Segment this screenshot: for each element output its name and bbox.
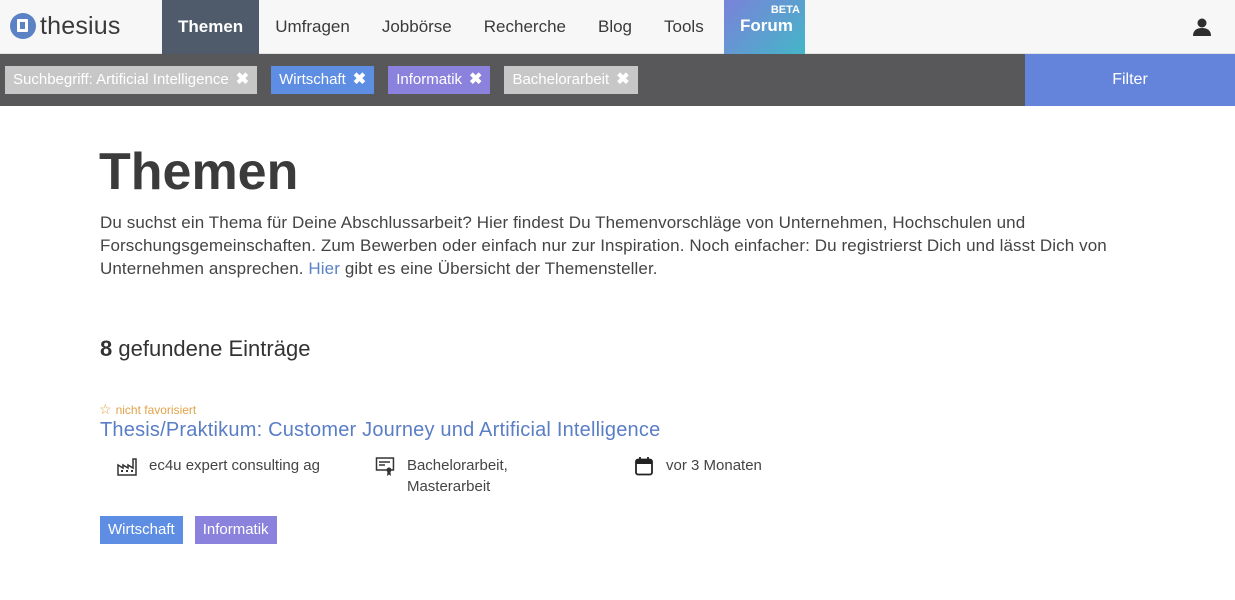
- nav-item-umfragen[interactable]: Umfragen: [259, 0, 366, 54]
- nav-item-tools[interactable]: Tools: [648, 0, 720, 54]
- entry-types: Bachelorarbeit, Masterarbeit: [375, 455, 595, 497]
- filter-chip-informatik[interactable]: Informatik ✖: [388, 66, 491, 94]
- nav-item-forum[interactable]: Forum BETA: [724, 0, 805, 54]
- page-title: Themen: [99, 143, 299, 201]
- calendar-icon: [635, 457, 653, 476]
- filter-chip-label: Informatik: [396, 71, 463, 88]
- top-navigation: thesius Themen Umfragen Jobbörse Recherc…: [0, 0, 1235, 54]
- tag-wirtschaft[interactable]: Wirtschaft: [100, 516, 183, 544]
- tag-informatik[interactable]: Informatik: [194, 516, 277, 544]
- entry-type-list: Bachelorarbeit, Masterarbeit: [406, 457, 508, 495]
- nav-item-recherche[interactable]: Recherche: [468, 0, 582, 54]
- result-count-number: 8: [100, 336, 113, 361]
- close-icon[interactable]: ✖: [616, 66, 629, 94]
- filter-chip-search[interactable]: Suchbegriff: Artificial Intelligence ✖: [5, 66, 258, 94]
- close-icon[interactable]: ✖: [469, 66, 482, 94]
- intro-text: Du suchst ein Thema für Deine Abschlussa…: [100, 211, 1160, 280]
- factory-icon: [117, 458, 137, 476]
- filter-chip-label: Wirtschaft: [279, 71, 346, 88]
- entry-tags: Wirtschaft Informatik: [100, 516, 289, 544]
- close-icon[interactable]: ✖: [353, 66, 366, 94]
- favorite-toggle[interactable]: ☆ nicht favorisiert: [99, 401, 196, 418]
- intro-tail: gibt es eine Übersicht der Themensteller…: [344, 259, 658, 278]
- forum-label: Forum: [740, 16, 793, 35]
- nav-item-themen[interactable]: Themen: [162, 0, 260, 54]
- close-icon[interactable]: ✖: [236, 66, 249, 94]
- filter-chip-label: Suchbegriff: Artificial Intelligence: [13, 71, 229, 88]
- filter-chip-bachelorarbeit[interactable]: Bachelorarbeit ✖: [504, 66, 638, 94]
- entry-company: ec4u expert consulting ag: [117, 455, 347, 476]
- active-filters: Suchbegriff: Artificial Intelligence ✖ W…: [5, 66, 652, 94]
- nav-item-jobboerse[interactable]: Jobbörse: [366, 0, 468, 54]
- user-icon[interactable]: [1192, 17, 1212, 37]
- entry-title-link[interactable]: Thesis/Praktikum: Customer Journey und A…: [100, 419, 660, 442]
- filter-button[interactable]: Filter: [1025, 54, 1235, 106]
- nav-menu: Themen Umfragen Jobbörse Recherche Blog …: [162, 0, 720, 54]
- certificate-icon: [375, 457, 395, 476]
- entry-date: vor 3 Monaten: [634, 455, 854, 476]
- filter-chip-label: Bachelorarbeit: [512, 71, 610, 88]
- beta-badge: BETA: [770, 4, 800, 16]
- entry-date-text: vor 3 Monaten: [666, 457, 762, 474]
- logo-icon: [10, 13, 36, 39]
- result-count: 8 gefundene Einträge: [100, 336, 310, 362]
- logo[interactable]: thesius: [10, 9, 121, 43]
- logo-text: thesius: [40, 11, 121, 40]
- company-name: ec4u expert consulting ag: [149, 457, 320, 474]
- themensteller-link[interactable]: Hier: [308, 259, 340, 278]
- filter-chip-wirtschaft[interactable]: Wirtschaft ✖: [271, 66, 375, 94]
- favorite-label: nicht favorisiert: [115, 402, 197, 417]
- nav-item-blog[interactable]: Blog: [582, 0, 648, 54]
- filter-bar: Suchbegriff: Artificial Intelligence ✖ W…: [0, 54, 1235, 106]
- star-outline-icon: ☆: [99, 401, 112, 417]
- result-count-label: gefundene Einträge: [118, 336, 311, 361]
